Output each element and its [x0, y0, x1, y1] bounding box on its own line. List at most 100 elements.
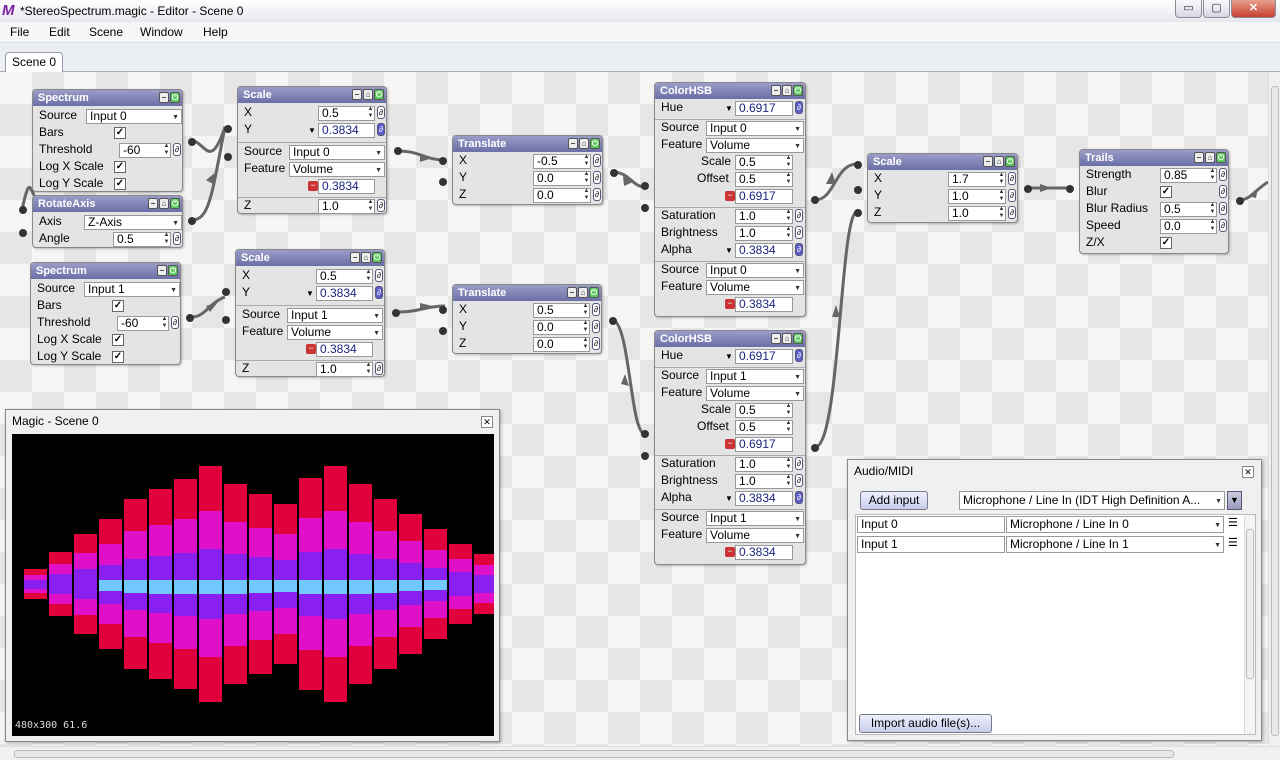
expand-triangle-icon[interactable]: ▼	[725, 104, 733, 113]
node-title[interactable]: Trails − ⌂ ⏻	[1080, 150, 1228, 166]
link-icon[interactable]: ∂	[1008, 189, 1016, 202]
saturation-stepper[interactable]: ▲ ▼	[785, 209, 792, 224]
link-icon[interactable]: ∂	[375, 362, 383, 375]
scale-node-0[interactable]: Scale − ⌂ ⏻ X 0.5 ▲ ▼ ∂ Y ▼ 0.3834 ∂ Source…	[224, 86, 402, 214]
input-port[interactable]	[854, 186, 862, 194]
input-port[interactable]	[224, 153, 232, 161]
menu-icon[interactable]: ☰	[1228, 516, 1238, 529]
expand-icon[interactable]: ⌂	[782, 85, 792, 96]
feature-dropdown[interactable]: Volume	[289, 162, 385, 177]
blur-radius-stepper[interactable]: ▲ ▼	[1209, 202, 1216, 217]
menu-help[interactable]: Help	[203, 25, 228, 39]
expand-icon[interactable]: ⌂	[159, 198, 169, 209]
preview-window[interactable]: Magic - Scene 0 ✕ 480x300 61.6	[5, 409, 500, 742]
link-icon[interactable]: ∂	[377, 106, 385, 119]
menu-scene[interactable]: Scene	[89, 25, 123, 39]
hue-field[interactable]: 0.6917	[735, 349, 793, 364]
scale-stepper[interactable]: ▲ ▼	[785, 403, 792, 418]
feature-dropdown[interactable]: Volume	[706, 138, 804, 153]
output-port[interactable]	[1024, 185, 1032, 193]
link-icon[interactable]: ∂	[795, 349, 803, 362]
bars-checkbox[interactable]: ✓	[112, 300, 124, 312]
output-port[interactable]	[392, 309, 400, 317]
threshold-stepper[interactable]: ▲ ▼	[161, 316, 168, 331]
brightness-stepper[interactable]: ▲ ▼	[785, 474, 792, 489]
audio-midi-panel[interactable]: Audio/MIDI ✕ Add input Microphone / Line…	[847, 459, 1262, 741]
link-icon[interactable]: ∂	[592, 303, 600, 316]
input-name-field[interactable]: Input 1	[857, 536, 1005, 553]
input-port[interactable]	[19, 206, 27, 214]
scale-node-1[interactable]: Scale − ⌂ ⏻ X 0.5 ▲ ▼ ∂ Y ▼ 0.3834 ∂ Source…	[222, 249, 400, 377]
z-stepper[interactable]: ▲ ▼	[365, 362, 372, 377]
power-icon[interactable]: ⏻	[374, 89, 384, 100]
scrollbar-thumb[interactable]	[14, 750, 1174, 758]
link-icon[interactable]: ∂	[795, 226, 803, 239]
power-icon[interactable]: ⏻	[589, 287, 599, 298]
hue-field[interactable]: 0.6917	[735, 101, 793, 116]
z-stepper[interactable]: ▲ ▼	[367, 199, 374, 214]
expand-triangle-icon[interactable]: ▼	[308, 126, 316, 135]
logx-checkbox[interactable]: ✓	[112, 334, 124, 346]
y-field[interactable]: 0.3834	[318, 123, 375, 138]
output-port[interactable]	[1236, 197, 1244, 205]
link-icon[interactable]: ∂	[593, 188, 601, 201]
vertical-scrollbar[interactable]	[1268, 72, 1280, 746]
add-input-button[interactable]: Add input	[860, 491, 928, 510]
output-port[interactable]	[188, 217, 196, 225]
source-dropdown[interactable]: Input 1	[84, 282, 180, 297]
offset-stepper[interactable]: ▲ ▼	[785, 172, 792, 187]
close-icon[interactable]: ✕	[481, 416, 493, 428]
link-icon[interactable]: ∂	[795, 491, 803, 504]
link-icon[interactable]: ∂	[173, 232, 181, 245]
z-stepper[interactable]: ▲ ▼	[998, 206, 1005, 221]
power-icon[interactable]: ⏻	[170, 198, 180, 209]
z-stepper[interactable]: ▲ ▼	[582, 337, 589, 352]
scrollbar-thumb[interactable]	[1246, 529, 1254, 679]
link-icon[interactable]: ∂	[592, 337, 600, 350]
input-port[interactable]	[19, 229, 27, 237]
link-icon[interactable]: ∂	[593, 171, 601, 184]
power-icon[interactable]: ⏻	[793, 85, 803, 96]
feature-dropdown[interactable]: Volume	[287, 325, 383, 340]
logx-checkbox[interactable]: ✓	[114, 161, 126, 173]
collapse-icon[interactable]: −	[1194, 152, 1204, 163]
translate-node-0[interactable]: Translate − ⌂ ⏻ X -0.5 ▲ ▼ ∂ Y 0.0 ▲ ▼ ∂ Z 0…	[439, 135, 618, 205]
menu-file[interactable]: File	[10, 25, 29, 39]
x-stepper[interactable]: ▲ ▼	[367, 106, 374, 121]
link-icon[interactable]: ∂	[377, 123, 385, 136]
source-dropdown[interactable]: Input 1	[706, 511, 804, 526]
collapse-icon[interactable]: −	[983, 156, 993, 167]
link-icon[interactable]: ∂	[1219, 202, 1227, 215]
link-icon[interactable]: ∂	[795, 474, 803, 487]
node-title[interactable]: ColorHSB − ⌂ ⏻	[655, 83, 805, 99]
power-icon[interactable]: ⏻	[170, 92, 180, 103]
close-icon[interactable]: ✕	[1242, 466, 1254, 478]
collapse-icon[interactable]: −	[568, 138, 578, 149]
alpha-field[interactable]: 0.3834	[735, 491, 793, 506]
menu-edit[interactable]: Edit	[49, 25, 70, 39]
link-icon[interactable]: ∂	[1219, 185, 1227, 198]
link-icon[interactable]: ∂	[375, 269, 383, 282]
close-button[interactable]: ✕	[1231, 0, 1276, 18]
expand-icon[interactable]: ⌂	[994, 156, 1004, 167]
input-port[interactable]	[641, 430, 649, 438]
link-icon[interactable]: ∂	[1219, 219, 1227, 232]
node-title[interactable]: Scale − ⌂ ⏻	[868, 154, 1017, 170]
output-port[interactable]	[811, 196, 819, 204]
source-dropdown[interactable]: Input 0	[706, 263, 804, 278]
strength-stepper[interactable]: ▲ ▼	[1209, 168, 1216, 183]
expand-triangle-icon[interactable]: ▼	[306, 289, 314, 298]
expand-triangle-icon[interactable]: ▼	[725, 246, 733, 255]
source-dropdown[interactable]: Input 1	[706, 369, 804, 384]
threshold-stepper[interactable]: ▲ ▼	[163, 143, 170, 158]
input-port[interactable]	[439, 306, 447, 314]
power-icon[interactable]: ⏻	[372, 252, 382, 263]
translate-node-1[interactable]: Translate − ⌂ ⏻ X 0.5 ▲ ▼ ∂ Y 0.0 ▲ ▼ ∂ Z 0.…	[439, 284, 617, 354]
rotateaxis-node[interactable]: RotateAxis −⌂⏻ Axis Z-Axis Angle 0.5 ▲▼ …	[19, 195, 196, 248]
link-icon[interactable]: ∂	[592, 320, 600, 333]
collapse-icon[interactable]: −	[352, 89, 362, 100]
output-port[interactable]	[610, 169, 618, 177]
x-stepper[interactable]: ▲ ▼	[998, 172, 1005, 187]
import-audio-button[interactable]: Import audio file(s)...	[859, 714, 992, 733]
feature-dropdown[interactable]: Volume	[706, 386, 804, 401]
